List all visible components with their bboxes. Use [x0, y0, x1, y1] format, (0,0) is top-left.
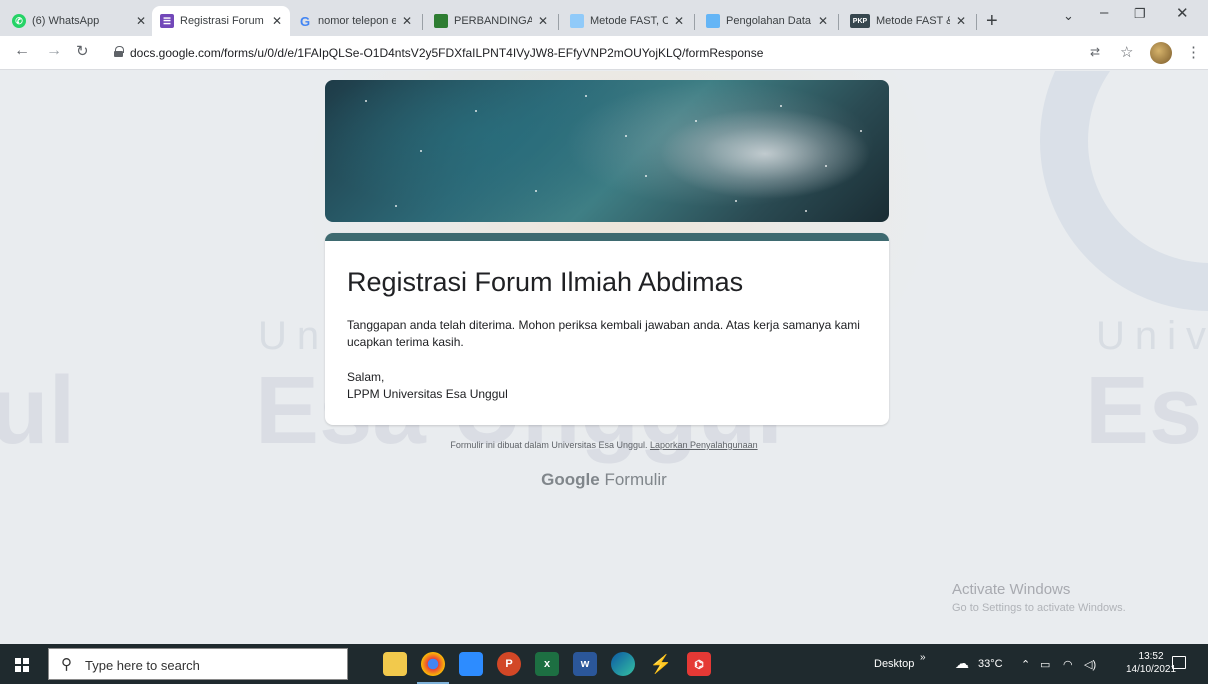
google-brand-text: Google — [541, 470, 600, 489]
profile-avatar[interactable] — [1150, 42, 1172, 64]
desktop-toolbar[interactable]: Desktop — [874, 658, 914, 670]
tab-search-icon[interactable]: ⌄ — [1063, 8, 1074, 24]
minimize-button[interactable]: – — [1100, 4, 1108, 21]
word-icon[interactable]: w — [573, 652, 597, 676]
watermark-univ: Univ — [1096, 314, 1208, 358]
tab-separator — [422, 14, 423, 30]
forward-button[interactable]: → — [46, 42, 62, 60]
google-icon: G — [299, 13, 311, 29]
form-response-page: Universitas Univ Esa Unggul ul Es Regist… — [0, 71, 1208, 644]
tab-whatsapp[interactable]: ✆ (6) WhatsApp ✕ — [4, 6, 154, 36]
footer-note-text: Formulir ini dibuat dalam Universitas Es… — [450, 440, 648, 450]
tab-separator — [976, 14, 977, 30]
zoom-icon[interactable] — [459, 652, 483, 676]
chevron-up-icon[interactable]: ⌃ — [1021, 658, 1030, 671]
signature-text: LPPM Universitas Esa Unggul — [347, 387, 508, 401]
more-menu-icon[interactable]: ⋮ — [1186, 43, 1201, 61]
address-bar[interactable]: docs.google.com/forms/u/0/d/e/1FAIpQLSe-… — [130, 46, 763, 60]
watermark-ring — [1040, 71, 1208, 311]
taskbar-search-box[interactable]: ⚲ Type here to search — [48, 648, 348, 680]
confirmation-message: Tanggapan anda telah diterima. Mohon per… — [347, 318, 860, 349]
tab-perbandingan[interactable]: PERBANDINGAN ✕ — [426, 6, 556, 36]
restore-button[interactable]: ❐ — [1134, 6, 1146, 22]
battery-icon[interactable]: ▭ — [1040, 658, 1050, 671]
tab-label: Registrasi Forum — [180, 15, 264, 27]
browser-toolbar: ← → ↻ docs.google.com/forms/u/0/d/e/1FAI… — [0, 36, 1208, 70]
tab-label: Pengolahan Data — [726, 15, 812, 27]
excel-icon[interactable]: x — [535, 652, 559, 676]
website-icon — [706, 14, 720, 28]
reload-button[interactable]: ↻ — [76, 42, 89, 60]
temperature-text[interactable]: 33°C — [978, 658, 1003, 670]
close-tab-icon[interactable]: ✕ — [818, 14, 828, 28]
search-icon: ⚲ — [61, 656, 72, 673]
browser-tab-strip: ✆ (6) WhatsApp ✕ ☰ Registrasi Forum ✕ G … — [0, 0, 1208, 38]
clock-date: 14/10/2021 — [1126, 664, 1177, 675]
tab-metode-fast[interactable]: Metode FAST, Ca ✕ — [562, 6, 692, 36]
chrome-icon[interactable] — [417, 652, 449, 684]
google-forms-icon: ☰ — [160, 14, 174, 28]
powerpoint-icon[interactable]: P — [497, 652, 521, 676]
greeting-text: Salam, — [347, 370, 385, 384]
system-clock[interactable]: 13:52 14/10/2021 — [1126, 650, 1176, 676]
report-abuse-link[interactable]: Laporkan Penyalahgunaan — [650, 440, 758, 450]
tab-label: Metode FAST, Ca — [590, 15, 668, 27]
close-tab-icon[interactable]: ✕ — [674, 14, 684, 28]
formulir-brand-text: Formulir — [604, 470, 667, 489]
weather-icon[interactable]: ☁ — [955, 655, 969, 672]
card-accent-bar — [325, 233, 889, 241]
lock-icon — [114, 46, 124, 57]
tab-nomor-telepon[interactable]: G nomor telepon e ✕ — [290, 6, 420, 36]
chevron-right-icon[interactable]: » — [920, 652, 926, 663]
windows-start-icon[interactable] — [15, 658, 29, 672]
close-window-button[interactable]: ✕ — [1176, 4, 1189, 22]
activate-windows-subtitle: Go to Settings to activate Windows. — [952, 602, 1126, 614]
translate-icon[interactable]: ⇄ — [1090, 45, 1100, 59]
close-tab-icon[interactable]: ✕ — [956, 14, 966, 28]
pkp-icon: PKP — [850, 14, 870, 28]
tab-label: PERBANDINGAN — [454, 15, 532, 27]
acrobat-icon[interactable]: ⌬ — [687, 652, 711, 676]
form-footer-note: Formulir ini dibuat dalam Universitas Es… — [0, 440, 1208, 450]
new-tab-button[interactable]: + — [986, 10, 998, 33]
form-title: Registrasi Forum Ilmiah Abdimas — [347, 267, 744, 297]
tab-metode-fast-2[interactable]: PKP Metode FAST & F ✕ — [842, 6, 974, 36]
form-header-banner — [325, 80, 889, 222]
app-icon[interactable]: ⚡ — [649, 652, 673, 676]
wifi-icon[interactable]: ◠ — [1063, 658, 1073, 671]
close-tab-icon[interactable]: ✕ — [538, 14, 548, 28]
notification-center-icon[interactable] — [1172, 656, 1186, 669]
form-confirmation-card: Registrasi Forum Ilmiah Abdimas Tanggapa… — [325, 233, 889, 425]
bookmark-star-icon[interactable]: ☆ — [1120, 43, 1133, 61]
back-button[interactable]: ← — [14, 42, 30, 60]
tab-label: nomor telepon e — [318, 15, 396, 27]
search-placeholder: Type here to search — [85, 658, 200, 673]
tab-separator — [558, 14, 559, 30]
tab-pengolahan-data[interactable]: Pengolahan Data ✕ — [698, 6, 836, 36]
tab-separator — [838, 14, 839, 30]
close-tab-icon[interactable]: ✕ — [272, 14, 282, 28]
tab-label: (6) WhatsApp — [32, 15, 100, 27]
tab-registrasi-forum[interactable]: ☰ Registrasi Forum ✕ — [152, 6, 290, 36]
volume-icon[interactable]: ◁) — [1084, 658, 1096, 671]
windows-taskbar: ⚲ Type here to search P x w ⚡ ⌬ Desktop … — [0, 644, 1208, 684]
activate-windows-title: Activate Windows — [952, 581, 1071, 598]
close-tab-icon[interactable]: ✕ — [136, 14, 146, 28]
close-tab-icon[interactable]: ✕ — [402, 14, 412, 28]
whatsapp-icon: ✆ — [12, 14, 26, 28]
document-icon — [434, 14, 448, 28]
google-forms-logo[interactable]: Google Formulir — [0, 470, 1208, 490]
clock-time: 13:52 — [1138, 651, 1164, 662]
edge-icon[interactable] — [611, 652, 635, 676]
file-explorer-icon[interactable] — [383, 652, 407, 676]
tab-separator — [694, 14, 695, 30]
tab-label: Metode FAST & F — [876, 15, 950, 27]
website-icon — [570, 14, 584, 28]
form-signature: Salam, LPPM Universitas Esa Unggul — [347, 369, 508, 403]
